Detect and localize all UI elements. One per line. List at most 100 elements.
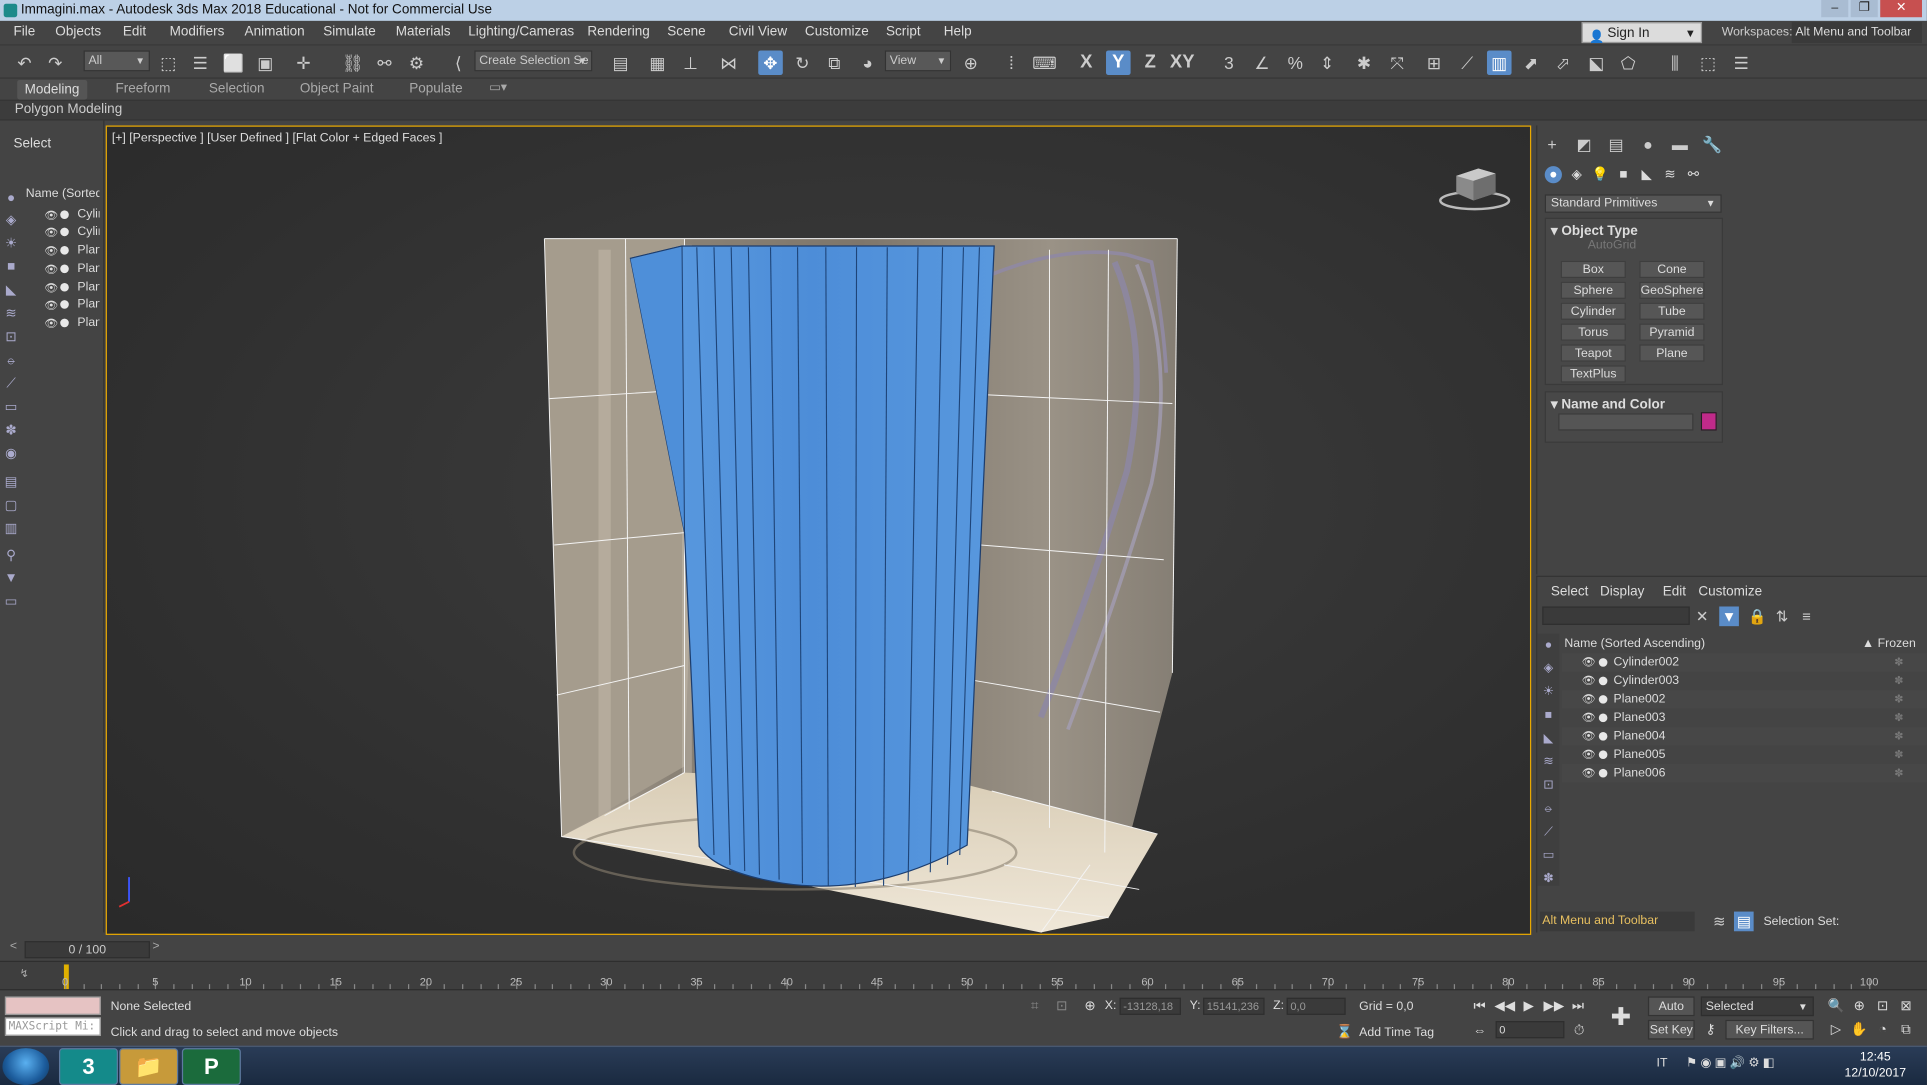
scene-tab-customize[interactable]: Customize [1698,584,1762,599]
render-frame-icon[interactable]: ▦ [645,50,670,75]
tab-populate[interactable]: Populate [409,81,462,96]
menu-script[interactable]: Script [886,25,921,40]
time-tag-icon[interactable]: ⌛ [1335,1022,1355,1042]
filter-lights-icon[interactable]: ☀ [4,236,19,251]
filter-toggle-icon[interactable]: ▼ [1719,606,1739,627]
close-button[interactable]: ✕ [1880,0,1922,18]
freeze-icon[interactable]: ✽ [1894,690,1903,708]
systems-icon[interactable]: ⚯ [1685,166,1702,183]
isolate-selection-icon[interactable]: ⌗ [1025,996,1045,1016]
render-dot-icon[interactable] [1598,768,1608,778]
eye-icon[interactable]: 👁 [1582,746,1596,764]
filter-containers-icon[interactable]: ▭ [4,400,19,415]
lock-icon[interactable]: 🔒 [1747,606,1767,626]
toggle-ribbon-icon[interactable]: ▥ [1486,50,1512,76]
y-coordinate-input[interactable]: 15141,236 [1203,997,1265,1015]
taskbar-3dsmax[interactable]: 3 [58,1048,118,1085]
freeze-icon[interactable]: ✽ [1894,727,1903,745]
maxscript-listener-input[interactable] [4,996,101,1015]
eye-icon[interactable]: 👁 [1582,672,1596,690]
table-row[interactable]: 👁 Plane005 ✽ [1562,746,1927,764]
sign-in-button[interactable]: 👤 Sign In ▼ [1581,22,1703,44]
scene-tab-select[interactable]: Select [1551,584,1589,599]
filter-cameras-icon[interactable]: ■ [1540,707,1557,724]
pyramid-button[interactable]: Pyramid [1639,323,1705,341]
scene-explorer-toggle-icon[interactable]: ▤ [1733,911,1754,932]
rotate-icon[interactable]: ↻ [790,50,815,75]
render-dot-icon[interactable] [60,227,69,237]
eye-icon[interactable]: 👁 [44,296,58,313]
filter-xrefs-icon[interactable]: ⦵ [1540,801,1557,818]
select-by-name-icon[interactable]: ☰ [188,50,213,75]
name-column-header[interactable]: Name (Sorted Ascending) [1564,635,1705,653]
plane-button[interactable]: Plane [1639,344,1705,362]
snap-grid-icon[interactable]: ⁞ [999,50,1024,75]
zoom-extents-all-icon[interactable]: ⊠ [1896,996,1916,1016]
filter-bones-icon[interactable]: ⟋ [1540,824,1557,841]
table-row[interactable]: 👁 Plane003 ✽ [1562,709,1927,727]
create-tab-icon[interactable]: + [1542,135,1562,155]
table-row[interactable]: 👁 Plane004 ✽ [1561,727,1927,746]
start-button[interactable] [2,1048,50,1085]
move-icon[interactable]: ✥ [758,50,783,76]
select-object-icon[interactable]: ⬚ [156,50,181,75]
render-dot-icon[interactable] [1598,713,1608,723]
render-dot-icon[interactable] [60,246,69,255]
menu-civil-view[interactable]: Civil View [729,25,787,40]
shapes-icon[interactable]: ◈ [1568,166,1585,183]
set-keys-big-icon[interactable]: ✚ [1605,1001,1637,1033]
eye-icon[interactable]: 👁 [44,261,58,278]
time-slider[interactable]: 0 / 100 [24,941,150,959]
scene-explorer-workspace[interactable]: Alt Menu and Toolbar [1539,911,1695,932]
render-dot-icon[interactable] [1598,731,1608,741]
filter-lights-icon[interactable]: ☀ [1540,684,1557,701]
clear-search-icon[interactable]: ✕ [1692,606,1712,626]
freeze-icon[interactable]: ✽ [1894,709,1903,727]
funnel-icon[interactable]: ⚲ [4,549,19,564]
bind-space-warp-icon[interactable]: ⚙ [404,50,429,75]
layers-icon[interactable]: ▭ [4,594,19,609]
list-item[interactable]: 👁 Plane003 [44,261,101,278]
eye-icon[interactable]: 👁 [1582,653,1596,671]
table-row[interactable]: 👁 Cylinder002 ✽ [1561,653,1927,672]
orbit-icon[interactable]: ◔ [1873,1020,1893,1040]
rendered-frame-window-icon[interactable]: ⫼ [1663,50,1688,75]
set-key-button[interactable]: Set Key [1647,1019,1695,1040]
language-indicator[interactable]: IT [1657,1057,1668,1071]
menu-scene[interactable]: Scene [667,25,705,40]
table-row[interactable]: 👁 Cylinder003 ✽ [1562,672,1927,690]
z-coordinate-input[interactable]: 0,0 [1286,997,1346,1015]
menu-objects[interactable]: Objects [55,25,101,40]
zoom-extents-icon[interactable]: ⊡ [1873,996,1893,1016]
name-and-color-title[interactable]: ▾ Name and Color [1551,396,1665,412]
render-production-icon[interactable]: ⬚ [1696,50,1721,75]
autogrid-checkbox[interactable]: AutoGrid [1588,239,1637,253]
list-item[interactable]: 👁 Plane006 [44,315,101,332]
menu-customize[interactable]: Customize [805,25,869,40]
menu-rendering[interactable]: Rendering [587,25,649,40]
filter-groups-icon[interactable]: ⊡ [1540,777,1557,794]
eye-icon[interactable]: 👁 [44,224,58,241]
time-slider-right-icon[interactable]: > [152,940,159,954]
current-frame-input[interactable]: 0 [1495,1021,1565,1039]
render-dot-icon[interactable] [60,264,69,274]
object-type-title[interactable]: ▾ Object Type [1551,223,1638,239]
freeze-icon[interactable]: ✽ [1894,764,1903,782]
time-configuration-icon[interactable]: ⏱ [1569,1021,1589,1041]
link-icon[interactable]: ⛓ [340,50,365,75]
spinner-snap-icon[interactable]: ⇕ [1315,50,1340,75]
create-selection-set-dropdown[interactable]: Create Selection Se ▼ [474,50,593,72]
named-selection-icon[interactable]: ⟨ [446,50,471,75]
filter-frozen-icon[interactable]: ✽ [4,423,19,438]
undo-icon[interactable]: ↶ [12,50,37,75]
filter-containers-icon[interactable]: ▭ [1540,848,1557,865]
scene-tab-edit[interactable]: Edit [1663,584,1686,599]
motion-tab-icon[interactable]: ● [1638,135,1658,155]
unlink-icon[interactable]: ⚯ [372,50,397,75]
filter-helpers-icon[interactable]: ◣ [1540,731,1557,748]
taskbar-publisher[interactable]: P [181,1048,241,1085]
box-button[interactable]: Box [1560,260,1626,279]
axis-xy-button[interactable]: XY [1170,50,1195,75]
menu-help[interactable]: Help [944,25,972,40]
menu-animation[interactable]: Animation [245,25,305,40]
